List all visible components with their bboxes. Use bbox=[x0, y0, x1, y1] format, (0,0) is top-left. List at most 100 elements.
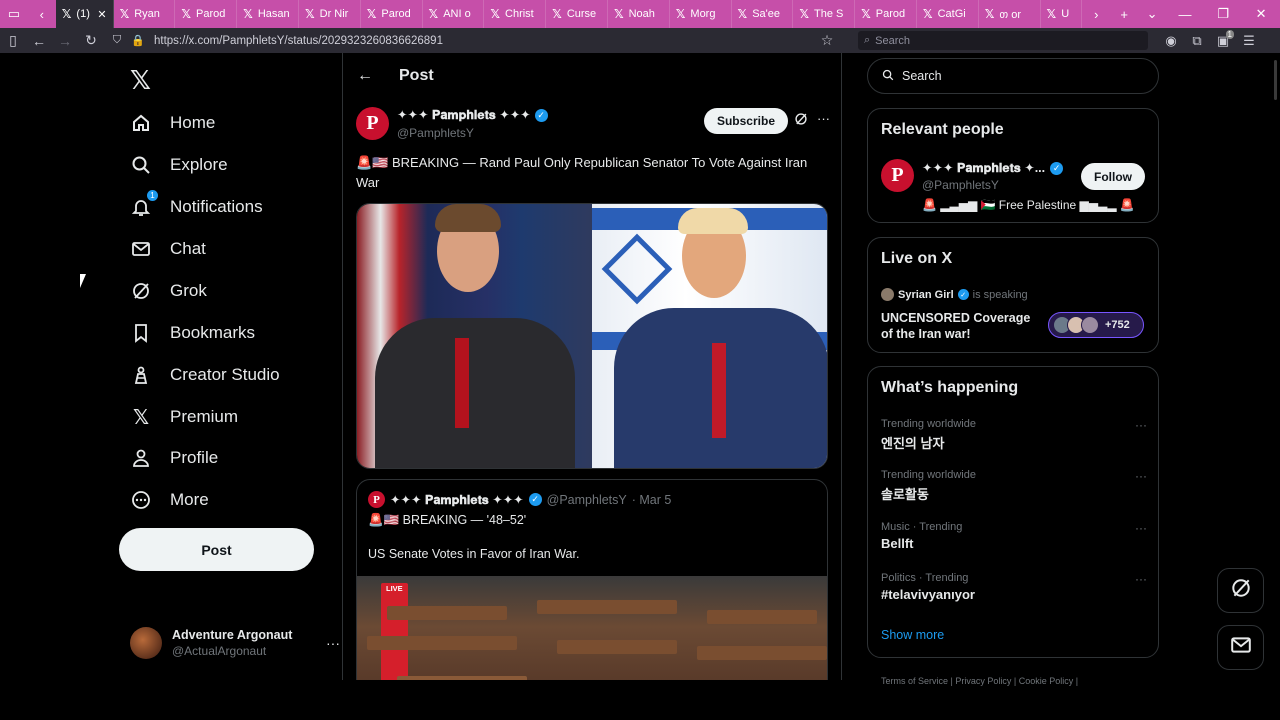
author-name-row[interactable]: ✦✦✦ 𝐏𝐚𝐦𝐩𝐡𝐥𝐞𝐭𝐬 ✦✦✦ ✓ bbox=[397, 107, 548, 123]
post-button[interactable]: Post bbox=[119, 528, 314, 571]
grok-fab-button[interactable] bbox=[1217, 568, 1264, 613]
browser-tab-active[interactable]: 𝕏 (1) ✕ bbox=[55, 0, 114, 28]
x-logo-icon: 𝕏 bbox=[922, 7, 933, 21]
subscribe-button[interactable]: Subscribe bbox=[703, 108, 788, 134]
browser-tab[interactable]: 𝕏 Parod bbox=[175, 0, 238, 28]
author-handle[interactable]: @PamphletsY bbox=[397, 126, 548, 140]
nav-item-creator-studio[interactable]: Creator Studio bbox=[130, 355, 280, 395]
browser-tab[interactable]: 𝕏თ or bbox=[979, 0, 1041, 28]
flag-star bbox=[601, 233, 673, 305]
x-home-logo[interactable]: 𝕏 bbox=[130, 65, 151, 96]
nav-item-grok[interactable]: Grok bbox=[130, 271, 207, 311]
x-logo-icon: 𝕏 bbox=[861, 7, 871, 21]
senate-desk bbox=[397, 676, 527, 680]
quoted-tweet[interactable]: P ✦✦✦ 𝐏𝐚𝐦𝐩𝐡𝐥𝐞𝐭𝐬 ✦✦✦ ✓ @PamphletsY · Mar … bbox=[356, 479, 828, 680]
footer-links[interactable]: Terms of Service | Privacy Policy | Cook… bbox=[881, 676, 1078, 686]
browser-tab[interactable]: 𝕏 ANI o bbox=[423, 0, 485, 28]
tweet-media-image[interactable] bbox=[356, 203, 828, 469]
quoted-media-image[interactable]: LIVE bbox=[357, 576, 827, 680]
nav-item-explore[interactable]: Explore bbox=[130, 145, 228, 185]
window-close-icon[interactable]: ✕ bbox=[1242, 6, 1280, 22]
browser-tab[interactable]: 𝕏 Dr Nir bbox=[299, 0, 361, 28]
close-icon[interactable]: ✕ bbox=[97, 8, 106, 21]
browser-tab[interactable]: 𝕏 CatGi bbox=[917, 0, 979, 28]
tab-scroll-right-icon[interactable]: › bbox=[1082, 0, 1110, 28]
tab-scroll-left-icon[interactable]: ‹ bbox=[28, 0, 56, 28]
browser-tab[interactable]: 𝕏 Parod bbox=[855, 0, 917, 28]
browser-tab[interactable]: 𝕏 Ryan bbox=[114, 0, 176, 28]
card-title: Live on X bbox=[881, 250, 953, 267]
browser-tab[interactable]: 𝕏 Hasan bbox=[237, 0, 299, 28]
restore-icon[interactable]: ❐ bbox=[1204, 6, 1242, 22]
account-icon[interactable]: ◉ bbox=[1158, 33, 1184, 49]
show-more-link[interactable]: Show more bbox=[881, 628, 944, 642]
more-dots-icon[interactable]: ··· bbox=[1135, 469, 1147, 483]
senate-desk bbox=[707, 610, 817, 624]
browser-tab[interactable]: 𝕏 Curse bbox=[546, 0, 608, 28]
browser-tab[interactable]: 𝕏 The S bbox=[793, 0, 856, 28]
profile-icon bbox=[130, 447, 152, 469]
browser-tab[interactable]: 𝕏U bbox=[1041, 0, 1083, 28]
more-dots-icon[interactable]: ··· bbox=[326, 635, 340, 651]
search-icon: ⌕ bbox=[864, 34, 871, 46]
back-arrow-icon[interactable]: ← bbox=[357, 67, 373, 85]
avatar[interactable]: P bbox=[356, 107, 389, 140]
star-icon[interactable]: ☆ bbox=[814, 32, 840, 49]
avatar[interactable]: P bbox=[881, 159, 914, 192]
avatar bbox=[881, 288, 894, 301]
avatar bbox=[130, 627, 162, 659]
nav-item-chat[interactable]: Chat bbox=[130, 229, 206, 269]
nav-item-profile[interactable]: Profile bbox=[130, 438, 218, 478]
new-tab-icon[interactable]: + bbox=[1110, 0, 1138, 28]
nav-item-bookmarks[interactable]: Bookmarks bbox=[130, 313, 255, 353]
extensions-icon[interactable]: ⧉ bbox=[1184, 33, 1210, 49]
left-nav: 𝕏 Home Explore 1 Notifications Chat Grok… bbox=[118, 53, 343, 680]
more-dots-icon[interactable]: ··· bbox=[1135, 521, 1147, 535]
trend-context: Music · Trending bbox=[881, 521, 963, 533]
live-on-x-card[interactable]: Live on X Syrian Girl ✓ is speaking UNCE… bbox=[867, 237, 1159, 353]
search-icon bbox=[130, 154, 152, 176]
listener-pill[interactable]: +752 bbox=[1048, 312, 1144, 338]
back-icon[interactable]: ← bbox=[26, 33, 52, 49]
more-dots-icon[interactable]: ··· bbox=[1135, 418, 1147, 432]
page-scrollbar[interactable] bbox=[1274, 60, 1277, 100]
extension-badge-icon[interactable]: ▣ 1 bbox=[1210, 29, 1236, 49]
browser-tab[interactable]: 𝕏 Sa'ee bbox=[732, 0, 794, 28]
follow-button[interactable]: Follow bbox=[1081, 163, 1145, 190]
trend-item[interactable]: Politics · Trending #telavivyanıyor ··· bbox=[881, 572, 1147, 612]
forward-icon[interactable]: → bbox=[52, 33, 78, 49]
person-name-row[interactable]: ✦✦✦ 𝐏𝐚𝐦𝐩𝐡𝐥𝐞𝐭𝐬 ✦... ✓ bbox=[922, 160, 1064, 176]
nav-item-home[interactable]: Home bbox=[130, 103, 215, 143]
lock-icon[interactable]: 🔒 bbox=[130, 34, 146, 47]
shield-icon[interactable]: ⛉ bbox=[104, 34, 130, 47]
browser-tab[interactable]: 𝕏 Parod bbox=[361, 0, 423, 28]
account-switcher[interactable]: Adventure Argonaut @ActualArgonaut ··· bbox=[130, 625, 340, 661]
menu-icon[interactable]: ☰ bbox=[1236, 33, 1262, 49]
chevron-down-icon[interactable]: ⌄ bbox=[1138, 0, 1166, 28]
trend-item[interactable]: Music · Trending Bellft ··· bbox=[881, 521, 1147, 561]
x-logo-icon: 𝕏 bbox=[304, 7, 315, 21]
browser-tab[interactable]: 𝕏 Christ bbox=[484, 0, 547, 28]
nav-label: More bbox=[170, 490, 209, 509]
reload-icon[interactable]: ↻ bbox=[78, 32, 104, 49]
more-dots-icon[interactable]: ··· bbox=[1135, 572, 1147, 586]
nav-item-premium[interactable]: 𝕏 Premium bbox=[130, 397, 238, 437]
browser-tab[interactable]: 𝕏 Noah bbox=[608, 0, 670, 28]
trend-item[interactable]: Trending worldwide 엔진의 남자 ··· bbox=[881, 418, 1147, 458]
messages-fab-button[interactable] bbox=[1217, 625, 1264, 670]
sidebar-toggle-icon[interactable]: ▯ bbox=[0, 32, 26, 49]
account-name: Adventure Argonaut bbox=[172, 628, 293, 642]
search-input[interactable]: Search bbox=[867, 58, 1159, 94]
bell-icon: 1 bbox=[130, 190, 158, 218]
grok-icon[interactable] bbox=[794, 112, 808, 129]
address-bar[interactable]: https://x.com/PamphletsY/status/20293232… bbox=[154, 35, 814, 47]
trend-item[interactable]: Trending worldwide 솔로활동 ··· bbox=[881, 469, 1147, 509]
tab-overview-icon[interactable]: ▭ bbox=[0, 0, 28, 28]
more-dots-icon[interactable]: ··· bbox=[817, 111, 830, 126]
browser-tab[interactable]: 𝕏 Morg bbox=[670, 0, 732, 28]
person-handle[interactable]: @PamphletsY bbox=[922, 178, 999, 192]
nav-item-notifications[interactable]: 1 Notifications bbox=[130, 187, 263, 227]
minimize-icon[interactable]: — bbox=[1166, 7, 1204, 22]
nav-item-more[interactable]: More bbox=[130, 480, 209, 520]
browser-search-field[interactable]: ⌕ Search bbox=[858, 31, 1148, 50]
